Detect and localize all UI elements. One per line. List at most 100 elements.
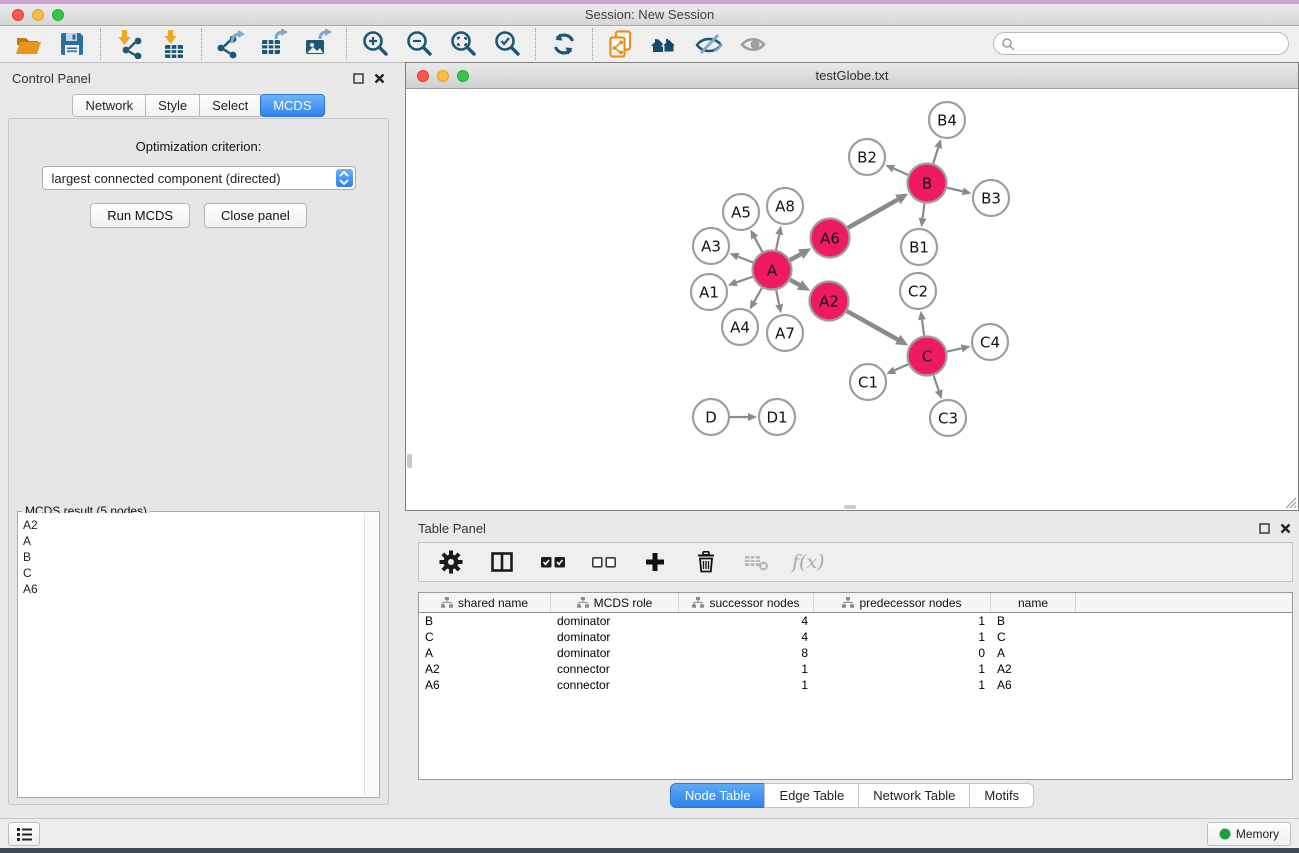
- graph-edge[interactable]: [947, 188, 963, 192]
- table-cell[interactable]: A2: [419, 662, 551, 676]
- memory-button[interactable]: Memory: [1207, 822, 1291, 846]
- table-cell[interactable]: connector: [551, 662, 679, 676]
- function-builder-button[interactable]: f(x): [792, 546, 825, 578]
- result-list-scrollbar[interactable]: [364, 513, 378, 796]
- table-cell[interactable]: 1: [814, 678, 991, 692]
- column-header-predecessor-nodes[interactable]: predecessor nodes: [814, 593, 991, 612]
- table-cell[interactable]: dominator: [551, 614, 679, 628]
- graph-edge[interactable]: [848, 200, 898, 228]
- result-list-item[interactable]: C: [23, 565, 364, 581]
- show-all-columns-button[interactable]: [537, 546, 569, 578]
- open-session-button[interactable]: [12, 28, 44, 60]
- result-list-item[interactable]: A2: [23, 517, 364, 533]
- graph-edge[interactable]: [776, 234, 779, 249]
- tab-node-table[interactable]: Node Table: [670, 783, 766, 808]
- run-mcds-button[interactable]: Run MCDS: [90, 203, 190, 228]
- table-cell[interactable]: A6: [991, 678, 1076, 692]
- close-panel-icon-button[interactable]: [374, 73, 385, 84]
- table-cell[interactable]: dominator: [551, 630, 679, 644]
- table-cell[interactable]: connector: [551, 678, 679, 692]
- export-table-button[interactable]: [258, 28, 290, 60]
- network-graph[interactable]: B4B2BB3A8A5A6A3B1AA1C2A2A4A7C4CC1C3DD1: [406, 89, 1298, 510]
- table-cell[interactable]: 1: [679, 678, 814, 692]
- graph-edge[interactable]: [736, 277, 752, 283]
- table-cell[interactable]: A6: [419, 678, 551, 692]
- table-cell[interactable]: C: [419, 630, 551, 644]
- table-cell[interactable]: 8: [679, 646, 814, 660]
- table-row[interactable]: Bdominator41B: [419, 613, 1292, 629]
- search-input[interactable]: [993, 32, 1289, 55]
- mcds-result-list[interactable]: A2ABCA6: [19, 513, 364, 796]
- table-cell[interactable]: 4: [679, 614, 814, 628]
- result-list-item[interactable]: B: [23, 549, 364, 565]
- network-vertical-scrollbar[interactable]: [407, 454, 412, 468]
- table-row[interactable]: Adominator80A: [419, 645, 1292, 661]
- table-settings-button[interactable]: [435, 546, 467, 578]
- new-network-from-selection-button[interactable]: [605, 28, 637, 60]
- delete-column-button[interactable]: [690, 546, 722, 578]
- graph-edge[interactable]: [847, 311, 898, 340]
- graph-edge[interactable]: [947, 348, 962, 351]
- table-cell[interactable]: A2: [991, 662, 1076, 676]
- zoom-out-button[interactable]: [403, 28, 435, 60]
- network-canvas[interactable]: B4B2BB3A8A5A6A3B1AA1C2A2A4A7C4CC1C3DD1: [406, 89, 1298, 510]
- delete-table-button[interactable]: [741, 546, 773, 578]
- table-cell[interactable]: 4: [679, 630, 814, 644]
- table-cell[interactable]: 0: [814, 646, 991, 660]
- create-column-button[interactable]: [639, 546, 671, 578]
- table-cell[interactable]: dominator: [551, 646, 679, 660]
- column-header-shared-name[interactable]: shared name: [419, 593, 551, 612]
- table-cell[interactable]: C: [991, 630, 1076, 644]
- table-row[interactable]: Cdominator41C: [419, 629, 1292, 645]
- graph-edge[interactable]: [934, 375, 939, 390]
- tab-select[interactable]: Select: [199, 94, 261, 117]
- table-cell[interactable]: 1: [814, 662, 991, 676]
- table-cell[interactable]: 1: [814, 614, 991, 628]
- show-task-history-button[interactable]: [8, 822, 40, 846]
- graph-edge[interactable]: [755, 238, 763, 252]
- refresh-button[interactable]: [548, 28, 580, 60]
- tab-mcds[interactable]: MCDS: [260, 94, 324, 117]
- zoom-selected-button[interactable]: [491, 28, 523, 60]
- import-network-button[interactable]: [113, 28, 145, 60]
- graph-edge[interactable]: [894, 169, 909, 175]
- zoom-in-button[interactable]: [359, 28, 391, 60]
- column-header-name[interactable]: name: [991, 593, 1076, 612]
- graph-edge[interactable]: [895, 364, 909, 370]
- resize-grip-icon[interactable]: [1284, 496, 1297, 509]
- export-image-button[interactable]: [302, 28, 334, 60]
- table-cell[interactable]: B: [991, 614, 1076, 628]
- optimization-criterion-select[interactable]: largest connected component (directed): [42, 166, 356, 190]
- show-hide-graphics-button[interactable]: [693, 28, 725, 60]
- graph-edge[interactable]: [790, 280, 800, 285]
- float-table-panel-button[interactable]: [1259, 523, 1270, 534]
- split-panel-button[interactable]: [486, 546, 518, 578]
- tab-edge-table[interactable]: Edge Table: [764, 783, 859, 808]
- result-list-item[interactable]: A: [23, 533, 364, 549]
- table-cell[interactable]: B: [419, 614, 551, 628]
- table-cell[interactable]: 1: [679, 662, 814, 676]
- first-neighbors-button[interactable]: [649, 28, 681, 60]
- table-cell[interactable]: A: [419, 646, 551, 660]
- table-row[interactable]: A2connector11A2: [419, 661, 1292, 677]
- export-network-button[interactable]: [214, 28, 246, 60]
- graph-edge[interactable]: [776, 290, 779, 305]
- network-horizontal-scrollbar[interactable]: [844, 505, 856, 509]
- result-list-item[interactable]: A6: [23, 581, 364, 597]
- close-table-panel-button[interactable]: [1280, 523, 1291, 534]
- close-panel-button[interactable]: Close panel: [204, 203, 307, 228]
- graph-edge[interactable]: [738, 257, 753, 263]
- tab-style[interactable]: Style: [145, 94, 200, 117]
- column-header-MCDS-role[interactable]: MCDS role: [551, 593, 679, 612]
- table-cell[interactable]: A: [991, 646, 1076, 660]
- graph-edge[interactable]: [922, 320, 924, 336]
- zoom-fit-button[interactable]: [447, 28, 479, 60]
- save-session-button[interactable]: [56, 28, 88, 60]
- table-cell[interactable]: 1: [814, 630, 991, 644]
- float-panel-button[interactable]: [353, 73, 364, 84]
- tab-network[interactable]: Network: [72, 94, 146, 117]
- column-header-successor-nodes[interactable]: successor nodes: [679, 593, 814, 612]
- graph-edge[interactable]: [754, 288, 762, 302]
- hide-all-columns-button[interactable]: [588, 546, 620, 578]
- graph-edge[interactable]: [790, 254, 801, 260]
